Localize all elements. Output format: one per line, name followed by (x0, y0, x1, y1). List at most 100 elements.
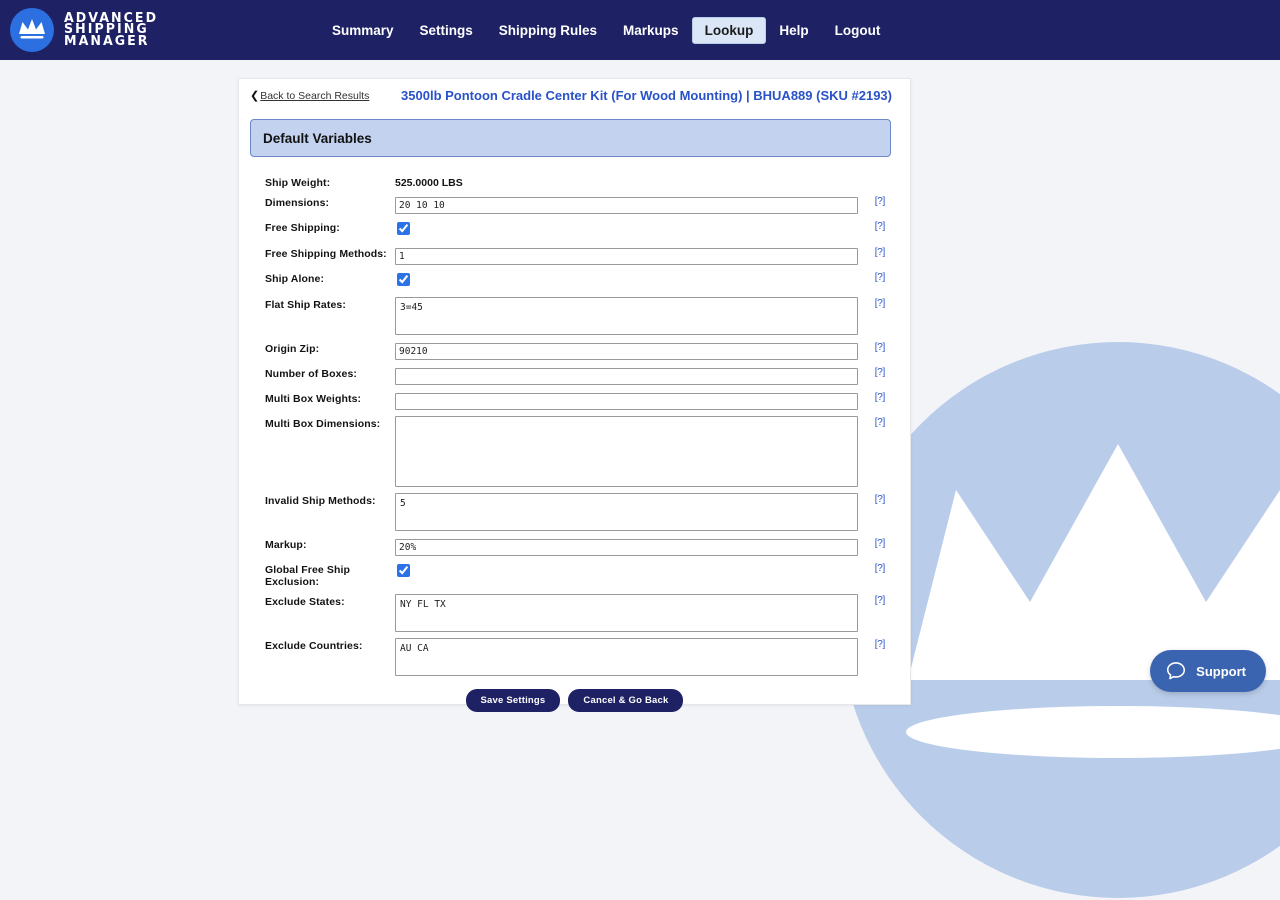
field-control (395, 341, 910, 360)
dimensions-input[interactable] (395, 197, 858, 214)
field-control (395, 416, 910, 487)
back-to-search-results-link[interactable]: ❮ Back to Search Results (250, 89, 369, 102)
product-title[interactable]: 3500lb Pontoon Cradle Center Kit (For Wo… (401, 88, 892, 103)
field-control (395, 271, 910, 291)
card-top-bar: ❮ Back to Search Results 3500lb Pontoon … (239, 79, 910, 111)
chat-bubble-icon (1165, 660, 1187, 682)
brand-logo[interactable]: ADVANCED SHIPPING MANAGER (10, 8, 161, 52)
help-icon[interactable]: [?] (875, 196, 885, 207)
form-row: Invalid Ship Methods: [?] (239, 493, 910, 531)
help-icon[interactable]: [?] (875, 272, 885, 283)
field-label: Exclude Countries: (265, 638, 395, 652)
form-row: Exclude States: [?] (239, 594, 910, 632)
form-row: Multi Box Weights: [?] (239, 391, 910, 410)
help-icon[interactable]: [?] (875, 342, 885, 353)
form-row: Exclude Countries: [?] (239, 638, 910, 676)
form-row: Ship Weight:525.0000 LBS (239, 175, 910, 189)
field-label: Exclude States: (265, 594, 395, 608)
help-icon[interactable]: [?] (875, 494, 885, 505)
field-label: Free Shipping Methods: (265, 246, 395, 260)
help-icon[interactable]: [?] (875, 392, 885, 403)
field-control (395, 562, 910, 582)
field-label: Free Shipping: (265, 220, 395, 234)
crown-icon (10, 8, 54, 52)
nav-item-markups[interactable]: Markups (610, 17, 692, 44)
field-control (395, 594, 910, 632)
cancel-go-back-button[interactable]: Cancel & Go Back (568, 689, 683, 712)
invalid-ship-methods-textarea[interactable] (395, 493, 858, 531)
nav-item-lookup[interactable]: Lookup (692, 17, 767, 44)
help-icon[interactable]: [?] (875, 367, 885, 378)
form-row: Multi Box Dimensions: [?] (239, 416, 910, 487)
field-label: Invalid Ship Methods: (265, 493, 395, 507)
nav-item-shipping-rules[interactable]: Shipping Rules (486, 17, 610, 44)
field-label: Global Free Ship Exclusion: (265, 562, 395, 588)
nav-item-settings[interactable]: Settings (407, 17, 486, 44)
field-label: Ship Alone: (265, 271, 395, 285)
nav-item-help[interactable]: Help (766, 17, 821, 44)
save-settings-button[interactable]: Save Settings (466, 689, 561, 712)
field-label: Multi Box Weights: (265, 391, 395, 405)
panel-header: Default Variables (250, 119, 891, 157)
exclude-states-textarea[interactable] (395, 594, 858, 632)
number-of-boxes-input[interactable] (395, 368, 858, 385)
form-row: Ship Alone: [?] (239, 271, 910, 291)
help-icon[interactable]: [?] (875, 221, 885, 232)
flat-ship-rates-textarea[interactable] (395, 297, 858, 335)
brand-wordmark: ADVANCED SHIPPING MANAGER (64, 13, 158, 48)
form-row: Global Free Ship Exclusion: [?] (239, 562, 910, 588)
nav-item-summary[interactable]: Summary (319, 17, 407, 44)
exclude-countries-textarea[interactable] (395, 638, 858, 676)
form-row: Flat Ship Rates: [?] (239, 297, 910, 335)
back-link-label: Back to Search Results (260, 90, 369, 102)
free-shipping-methods-input[interactable] (395, 248, 858, 265)
field-control (395, 366, 910, 385)
form-row: Markup: [?] (239, 537, 910, 556)
form-row: Free Shipping: [?] (239, 220, 910, 240)
form-row: Number of Boxes: [?] (239, 366, 910, 385)
help-icon[interactable]: [?] (875, 595, 885, 606)
ship-weight-value: 525.0000 LBS (395, 175, 910, 189)
form-row: Origin Zip: [?] (239, 341, 910, 360)
ship-alone-checkbox[interactable] (397, 273, 410, 286)
global-free-ship-exclusion-checkbox[interactable] (397, 564, 410, 577)
form-row: Dimensions:[?] (239, 195, 910, 214)
main-navigation: SummarySettingsShipping RulesMarkupsLook… (319, 17, 893, 44)
help-icon[interactable]: [?] (875, 417, 885, 428)
chevron-left-icon: ❮ (250, 89, 259, 102)
field-control: 525.0000 LBS (395, 175, 910, 189)
form-actions: Save Settings Cancel & Go Back (239, 689, 910, 712)
default-variables-form: Ship Weight:525.0000 LBS Dimensions:[?] Fr… (239, 157, 910, 676)
field-control (395, 638, 910, 676)
content-card: ❮ Back to Search Results 3500lb Pontoon … (238, 78, 911, 705)
field-label: Flat Ship Rates: (265, 297, 395, 311)
field-label: Multi Box Dimensions: (265, 416, 395, 430)
help-icon[interactable]: [?] (875, 247, 885, 258)
multi-box-weights-input[interactable] (395, 393, 858, 410)
field-label: Number of Boxes: (265, 366, 395, 380)
field-control (395, 297, 910, 335)
markup-input[interactable] (395, 539, 858, 556)
app-header: ADVANCED SHIPPING MANAGER SummarySetting… (0, 0, 1280, 60)
brand-line-3: MANAGER (64, 36, 158, 48)
nav-item-logout[interactable]: Logout (822, 17, 894, 44)
support-label: Support (1196, 664, 1246, 679)
multi-box-dimensions-textarea[interactable] (395, 416, 858, 487)
field-control (395, 493, 910, 531)
field-control (395, 246, 910, 265)
help-icon[interactable]: [?] (875, 538, 885, 549)
field-label: Ship Weight: (265, 175, 395, 189)
help-icon[interactable]: [?] (875, 639, 885, 650)
field-control (395, 391, 910, 410)
field-label: Origin Zip: (265, 341, 395, 355)
support-button[interactable]: Support (1150, 650, 1266, 692)
field-label: Markup: (265, 537, 395, 551)
field-control (395, 195, 910, 214)
form-row: Free Shipping Methods: [?] (239, 246, 910, 265)
free-shipping-checkbox[interactable] (397, 222, 410, 235)
help-icon[interactable]: [?] (875, 563, 885, 574)
help-icon[interactable]: [?] (875, 298, 885, 309)
origin-zip-input[interactable] (395, 343, 858, 360)
field-control (395, 220, 910, 240)
field-control (395, 537, 910, 556)
